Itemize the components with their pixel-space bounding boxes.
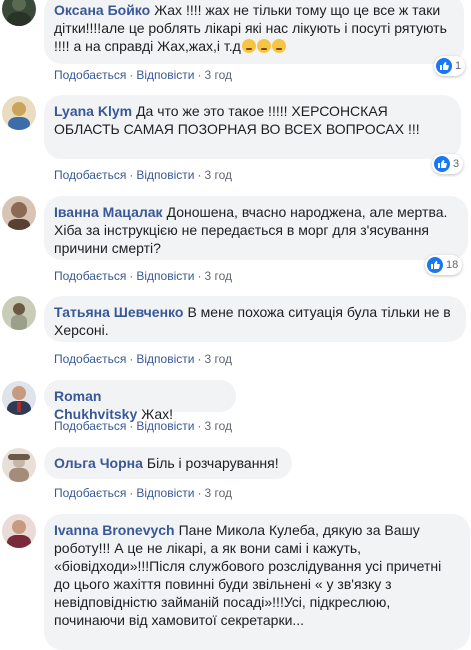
sad-emoji-icon bbox=[271, 39, 286, 53]
like-icon bbox=[434, 156, 450, 172]
reply-link[interactable]: Відповісти bbox=[136, 68, 194, 82]
comment-author[interactable]: Roman Chukhvitsky bbox=[54, 388, 137, 422]
comment-bubble: Татьяна Шевченко В мене похожа ситуація б… bbox=[44, 296, 466, 342]
comment-time[interactable]: 3 год bbox=[204, 419, 232, 433]
sad-emoji-icon bbox=[241, 39, 256, 53]
reaction-number: 3 bbox=[453, 158, 460, 170]
reply-link[interactable]: Відповісти bbox=[136, 168, 194, 182]
comment-bubble: Lyana Klym Да что же это такое !!!!! ХЕРС… bbox=[44, 95, 461, 159]
avatar[interactable] bbox=[2, 296, 36, 330]
comment-bubble: Roman Chukhvitsky Жах! bbox=[44, 380, 236, 422]
reply-link[interactable]: Відповісти bbox=[136, 486, 194, 500]
comment-time[interactable]: 3 год bbox=[204, 269, 232, 283]
like-icon bbox=[436, 58, 452, 74]
comment-actions: Подобається · Відповісти · 3 год bbox=[54, 352, 232, 366]
comment-time[interactable]: 3 год bbox=[204, 68, 232, 82]
comment-text: Біль і розчарування! bbox=[146, 455, 279, 471]
avatar[interactable] bbox=[2, 0, 36, 26]
reaction-number: 1 bbox=[455, 60, 462, 72]
reply-link[interactable]: Відповісти bbox=[136, 269, 194, 283]
like-link[interactable]: Подобається bbox=[54, 352, 126, 366]
like-link[interactable]: Подобається bbox=[54, 486, 126, 500]
comment-author[interactable]: Оксана Бойко bbox=[54, 2, 150, 18]
comment-author[interactable]: Lyana Klym bbox=[54, 103, 132, 119]
comment-actions: Подобається · Відповісти · 3 год bbox=[54, 68, 232, 82]
reaction-count[interactable]: 3 bbox=[432, 154, 464, 174]
comment-time[interactable]: 3 год bbox=[204, 486, 232, 500]
like-link[interactable]: Подобається bbox=[54, 419, 126, 433]
comment-bubble: Іванна Мацалак Доношена, вчасно народжена… bbox=[44, 196, 468, 260]
reply-link[interactable]: Відповісти bbox=[136, 419, 194, 433]
reaction-count[interactable]: 1 bbox=[434, 56, 466, 76]
avatar[interactable] bbox=[2, 514, 36, 548]
reaction-count[interactable]: 18 bbox=[425, 255, 463, 275]
comment-author[interactable]: Татьяна Шевченко bbox=[54, 304, 183, 320]
comment-actions: Подобається · Відповісти · 3 год bbox=[54, 168, 232, 182]
like-link[interactable]: Подобається bbox=[54, 168, 126, 182]
comment-time[interactable]: 3 год bbox=[204, 352, 232, 366]
avatar[interactable] bbox=[2, 196, 36, 230]
comment-actions: Подобається · Відповісти · 3 год bbox=[54, 419, 232, 433]
like-link[interactable]: Подобається bbox=[54, 269, 126, 283]
avatar[interactable] bbox=[2, 448, 36, 482]
comment-bubble: Ivanna Bronevych Пане Микола Кулеба, дяку… bbox=[44, 514, 470, 650]
comment-actions: Подобається · Відповісти · 3 год bbox=[54, 269, 232, 283]
avatar[interactable] bbox=[2, 381, 36, 415]
comment-author[interactable]: Ольга Чорна bbox=[54, 455, 143, 471]
reaction-number: 18 bbox=[446, 259, 459, 271]
comment-author[interactable]: Ivanna Bronevych bbox=[54, 522, 175, 538]
like-icon bbox=[427, 257, 443, 273]
like-link[interactable]: Подобається bbox=[54, 68, 126, 82]
sad-emoji-icon bbox=[256, 39, 271, 53]
comment-actions: Подобається · Відповісти · 3 год bbox=[54, 486, 232, 500]
comment-time[interactable]: 3 год bbox=[204, 168, 232, 182]
reply-link[interactable]: Відповісти bbox=[136, 352, 194, 366]
comment-bubble: Ольга Чорна Біль і розчарування! bbox=[44, 447, 292, 479]
comment-author[interactable]: Іванна Мацалак bbox=[54, 204, 163, 220]
avatar[interactable] bbox=[2, 96, 36, 130]
comment-bubble: Оксана Бойко Жах !!!! жах не тільки тому … bbox=[44, 0, 464, 64]
